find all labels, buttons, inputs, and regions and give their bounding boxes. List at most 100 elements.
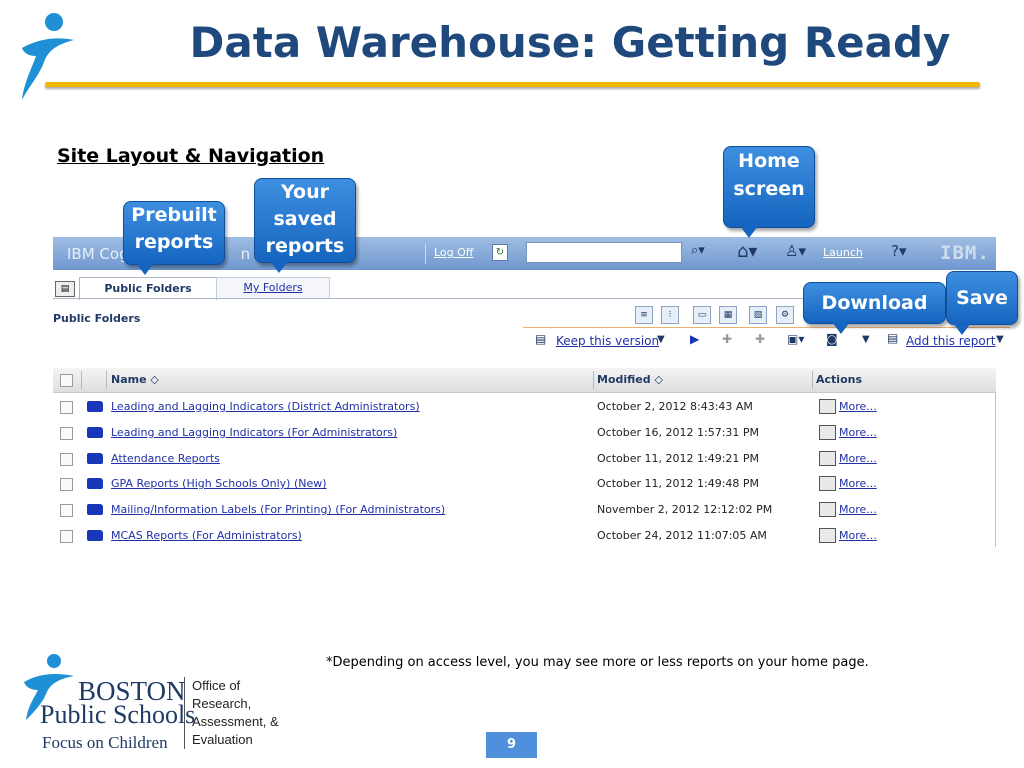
details-view-icon[interactable]: ⁝: [661, 306, 679, 324]
ibm-logo: IBM.: [940, 242, 990, 264]
folder-icon: [87, 401, 103, 412]
move-down-icon[interactable]: ✚: [722, 332, 732, 346]
page-number: 9: [486, 732, 537, 758]
run-icon[interactable]: ▶: [690, 332, 699, 346]
bar-divider: [425, 243, 426, 264]
output-format-icon[interactable]: ▣▾: [787, 332, 804, 346]
callout-prebuilt-reports: Prebuilt reports: [123, 201, 225, 265]
properties-icon[interactable]: ⚙: [776, 306, 794, 324]
title-divider: [45, 82, 980, 87]
folder-link[interactable]: Attendance Reports: [111, 452, 220, 465]
logo-divider: [184, 677, 185, 749]
list-item: Attendance Reports October 11, 2012 1:49…: [53, 447, 996, 472]
folder-title: Public Folders: [53, 312, 141, 325]
keep-version-icon[interactable]: ▤: [535, 332, 546, 346]
callout-saved-reports: Your saved reports: [254, 178, 356, 263]
callout-home-screen: Home screen: [723, 146, 815, 228]
column-header-modified[interactable]: Modified ◇: [597, 373, 663, 386]
download-icon[interactable]: ◙: [826, 332, 838, 346]
list-item: Mailing/Information Labels (For Printing…: [53, 498, 996, 523]
footnote: *Depending on access level, you may see …: [326, 655, 869, 670]
modified-date: October 11, 2012 1:49:48 PM: [597, 477, 760, 490]
folder-link[interactable]: Mailing/Information Labels (For Printing…: [111, 503, 445, 516]
row-checkbox[interactable]: [60, 504, 73, 517]
list-item: Leading and Lagging Indicators (District…: [53, 395, 996, 420]
slide-title: Data Warehouse: Getting Ready: [189, 18, 951, 67]
sort-icon: ◇: [654, 373, 663, 386]
folder-icon: [87, 453, 103, 464]
modified-date: October 2, 2012 8:43:43 AM: [597, 400, 753, 413]
callout-tail: [832, 322, 850, 334]
callout-download: Download: [803, 282, 946, 324]
add-report-button[interactable]: Add this report: [906, 334, 995, 348]
row-checkbox[interactable]: [60, 401, 73, 414]
tab-my-folders[interactable]: My Folders: [216, 277, 330, 299]
folder-link[interactable]: MCAS Reports (For Administrators): [111, 529, 302, 542]
keep-version-dropdown-icon[interactable]: ▼: [657, 334, 665, 345]
more-actions-icon[interactable]: [819, 425, 836, 440]
sort-icon: ◇: [150, 373, 159, 386]
section-subtitle: Site Layout & Navigation: [57, 145, 325, 167]
office-line: Evaluation: [192, 732, 253, 747]
search-input[interactable]: [526, 242, 682, 263]
log-off-link[interactable]: Log Off: [434, 246, 473, 259]
row-checkbox[interactable]: [60, 530, 73, 543]
folder-icon: [87, 427, 103, 438]
list-item: GPA Reports (High Schools Only) (New) Oc…: [53, 472, 996, 497]
office-line: Office of: [192, 678, 241, 693]
office-line: Research,: [192, 696, 252, 711]
more-actions-icon[interactable]: [819, 399, 836, 414]
header-divider: [81, 371, 82, 389]
more-link[interactable]: More...: [839, 503, 877, 516]
header-divider: [593, 371, 594, 389]
tab-public-folders[interactable]: Public Folders: [79, 277, 217, 300]
tab-menu-icon[interactable]: ▤: [55, 281, 75, 297]
modified-date: October 11, 2012 1:49:21 PM: [597, 452, 760, 465]
new-folder-icon[interactable]: ▭: [693, 306, 711, 324]
launch-menu[interactable]: Launch: [823, 246, 863, 259]
folder-link[interactable]: Leading and Lagging Indicators (District…: [111, 400, 420, 413]
column-header-actions: Actions: [816, 373, 862, 386]
list-header: Name ◇ Modified ◇ Actions: [53, 368, 996, 393]
new-job-icon[interactable]: ▧: [749, 306, 767, 324]
new-report-icon[interactable]: ▦: [719, 306, 737, 324]
office-line: Assessment, &: [192, 714, 279, 729]
add-report-dropdown-icon[interactable]: ▼: [996, 334, 1004, 345]
more-actions-icon[interactable]: [819, 476, 836, 491]
callout-tail: [740, 226, 758, 238]
folder-link[interactable]: Leading and Lagging Indicators (For Admi…: [111, 426, 397, 439]
more-actions-icon[interactable]: [819, 502, 836, 517]
user-icon[interactable]: ♙▾: [785, 242, 806, 260]
more-link[interactable]: More...: [839, 426, 877, 439]
select-all-checkbox[interactable]: [60, 374, 73, 387]
more-link[interactable]: More...: [839, 477, 877, 490]
toolbar-divider: [523, 327, 1010, 328]
search-go-icon[interactable]: ⌕▾: [691, 243, 705, 258]
folder-link[interactable]: GPA Reports (High Schools Only) (New): [111, 477, 327, 490]
more-actions-icon[interactable]: [819, 528, 836, 543]
modified-date: November 2, 2012 12:12:02 PM: [597, 503, 773, 516]
bps-logo-public-schools: Public Schools: [40, 700, 196, 729]
add-report-icon[interactable]: ▤: [887, 331, 898, 345]
callout-tail: [136, 263, 154, 275]
folder-icon: [87, 530, 103, 541]
help-icon[interactable]: ?▾: [891, 242, 907, 260]
row-checkbox[interactable]: [60, 478, 73, 491]
home-icon[interactable]: ⌂▾: [737, 241, 757, 262]
download-dropdown-icon[interactable]: ▼: [862, 334, 870, 345]
move-up-icon[interactable]: ✚: [755, 332, 765, 346]
list-border: [995, 392, 996, 547]
more-link[interactable]: More...: [839, 529, 877, 542]
keep-version-button[interactable]: Keep this version: [556, 334, 659, 348]
refresh-icon[interactable]: ↻: [492, 244, 508, 261]
runner-logo-icon: [22, 13, 74, 100]
column-header-name[interactable]: Name ◇: [111, 373, 159, 386]
folder-icon: [87, 504, 103, 515]
more-link[interactable]: More...: [839, 400, 877, 413]
more-link[interactable]: More...: [839, 452, 877, 465]
row-checkbox[interactable]: [60, 453, 73, 466]
more-actions-icon[interactable]: [819, 451, 836, 466]
callout-tail: [953, 323, 971, 335]
row-checkbox[interactable]: [60, 427, 73, 440]
list-view-icon[interactable]: ≡: [635, 306, 653, 324]
